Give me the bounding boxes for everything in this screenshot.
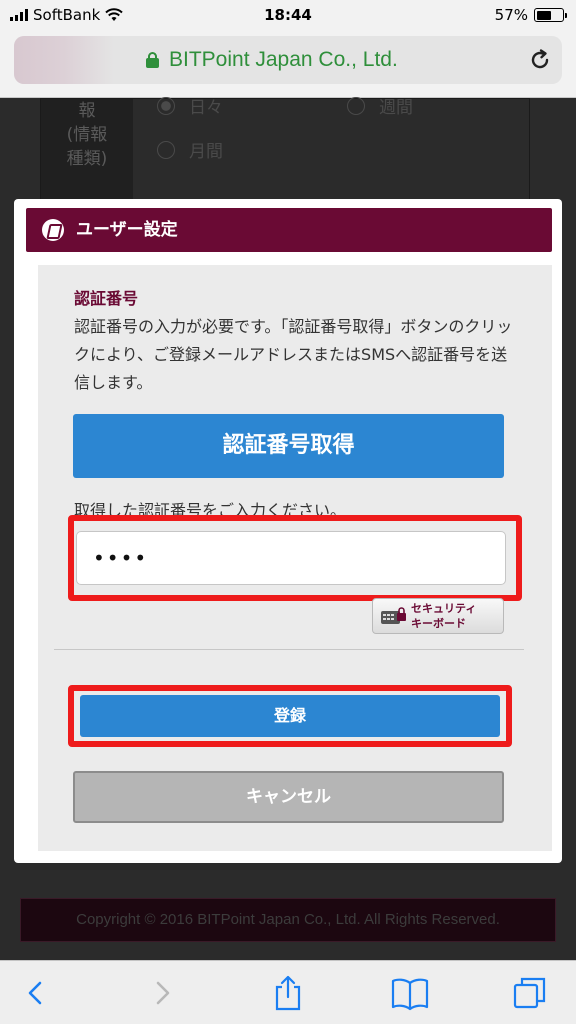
back-icon[interactable] (16, 975, 56, 1011)
modal-body: 認証番号 認証番号の入力が必要です。「認証番号取得」ボタンのクリックにより、ご登… (38, 265, 552, 851)
radio-label: 日々 (189, 98, 223, 118)
radio-monthly[interactable]: 月間 (157, 137, 223, 162)
browser-toolbar (0, 960, 576, 1024)
background-label-cell: 報 (情報 種類) (41, 99, 133, 209)
radio-dot (157, 140, 175, 159)
radio-weekly[interactable]: 週間 (347, 93, 413, 118)
radio-daily[interactable]: 日々 (157, 93, 223, 118)
page-footer: Copyright © 2016 BITPoint Japan Co., Ltd… (20, 898, 556, 942)
battery-group: 57% (494, 6, 567, 24)
url-display[interactable]: BITPoint Japan Co., Ltd. (146, 48, 398, 72)
keyboard-lock-icon (381, 607, 406, 624)
modal-title: ユーザー設定 (76, 220, 178, 240)
bitpoint-logo-icon (42, 219, 64, 241)
section-title: 認証番号 (74, 289, 139, 308)
clock: 18:44 (264, 6, 312, 24)
radio-dot (157, 96, 175, 115)
radio-dot (347, 96, 365, 115)
user-settings-modal: ユーザー設定 認証番号 認証番号の入力が必要です。「認証番号取得」ボタンのクリッ… (14, 199, 562, 863)
register-button[interactable]: 登録 (80, 695, 500, 737)
forward-icon[interactable] (142, 975, 182, 1011)
tabs-icon[interactable] (510, 975, 550, 1011)
lock-icon (146, 52, 159, 68)
battery-icon (534, 8, 567, 22)
modal-header: ユーザー設定 (26, 208, 552, 252)
section-description: 認証番号の入力が必要です。「認証番号取得」ボタンのクリックにより、ご登録メールア… (74, 317, 513, 392)
background-table: 報 (情報 種類) 日々 週間 月間 (40, 96, 530, 209)
security-keyboard-button[interactable]: セキュリティ キーボード (372, 598, 504, 634)
share-icon[interactable] (268, 975, 308, 1011)
url-label: BITPoint Japan Co., Ltd. (169, 48, 398, 71)
status-bar: SoftBank 18:44 57% (0, 0, 576, 30)
verification-code-input[interactable] (76, 531, 506, 585)
radio-label: 週間 (379, 98, 413, 118)
cancel-button[interactable]: キャンセル (73, 771, 504, 823)
reload-icon[interactable] (528, 48, 552, 72)
divider (54, 649, 524, 650)
bookmarks-icon[interactable] (390, 975, 430, 1011)
address-bar: BITPoint Japan Co., Ltd. (0, 30, 576, 98)
battery-percent: 57% (494, 6, 528, 24)
radio-label: 月間 (189, 142, 223, 162)
security-keyboard-label: セキュリティ キーボード (411, 602, 477, 630)
get-code-button[interactable]: 認証番号取得 (73, 414, 504, 478)
url-blur-overlay (14, 36, 114, 84)
